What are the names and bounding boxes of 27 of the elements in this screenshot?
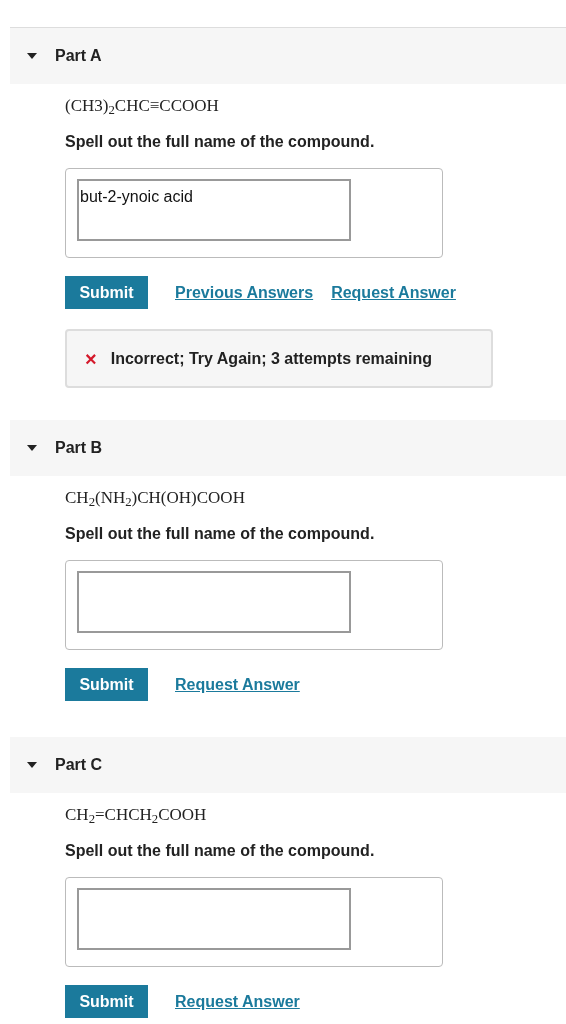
submit-button[interactable]: Submit [65, 985, 148, 1018]
part-header[interactable]: Part A [10, 28, 566, 84]
answer-field[interactable]: but-2-ynoic acid [77, 179, 351, 241]
answer-link[interactable]: Request Answer [331, 280, 456, 305]
caret-icon [27, 762, 37, 768]
formula-text: CH$_{2}$(NH$_{2}$)CH(OH)COOH [65, 487, 245, 511]
formula-text: (CH3)$_{2}$CHC≡CCOOH [65, 95, 219, 119]
answer-field[interactable] [77, 571, 351, 633]
answer-link[interactable]: Request Answer [175, 672, 300, 697]
part-header[interactable]: Part B [10, 420, 566, 476]
answer-field[interactable] [77, 888, 351, 950]
answer-link[interactable]: Previous Answers [175, 280, 314, 305]
caret-icon [27, 53, 37, 59]
answer-link[interactable]: Request Answer [175, 989, 300, 1014]
submit-button[interactable]: Submit [65, 668, 148, 701]
submit-button[interactable]: Submit [65, 276, 148, 309]
question-prompt: Spell out the full name of the compound. [65, 524, 375, 544]
part-title: Part C [55, 755, 103, 775]
part-title: Part B [55, 438, 103, 458]
feedback-text: Incorrect; Try Again; 3 attempts remaining [110, 348, 432, 369]
part-title: Part A [55, 46, 102, 66]
question-prompt: Spell out the full name of the compound. [65, 132, 375, 152]
part-header[interactable]: Part C [10, 737, 566, 793]
question-prompt: Spell out the full name of the compound. [65, 841, 375, 861]
caret-icon [27, 445, 37, 451]
formula-text: CH$_{2}$=CHCH$_{2}$COOH [65, 804, 207, 828]
error-mark: × [85, 348, 97, 369]
